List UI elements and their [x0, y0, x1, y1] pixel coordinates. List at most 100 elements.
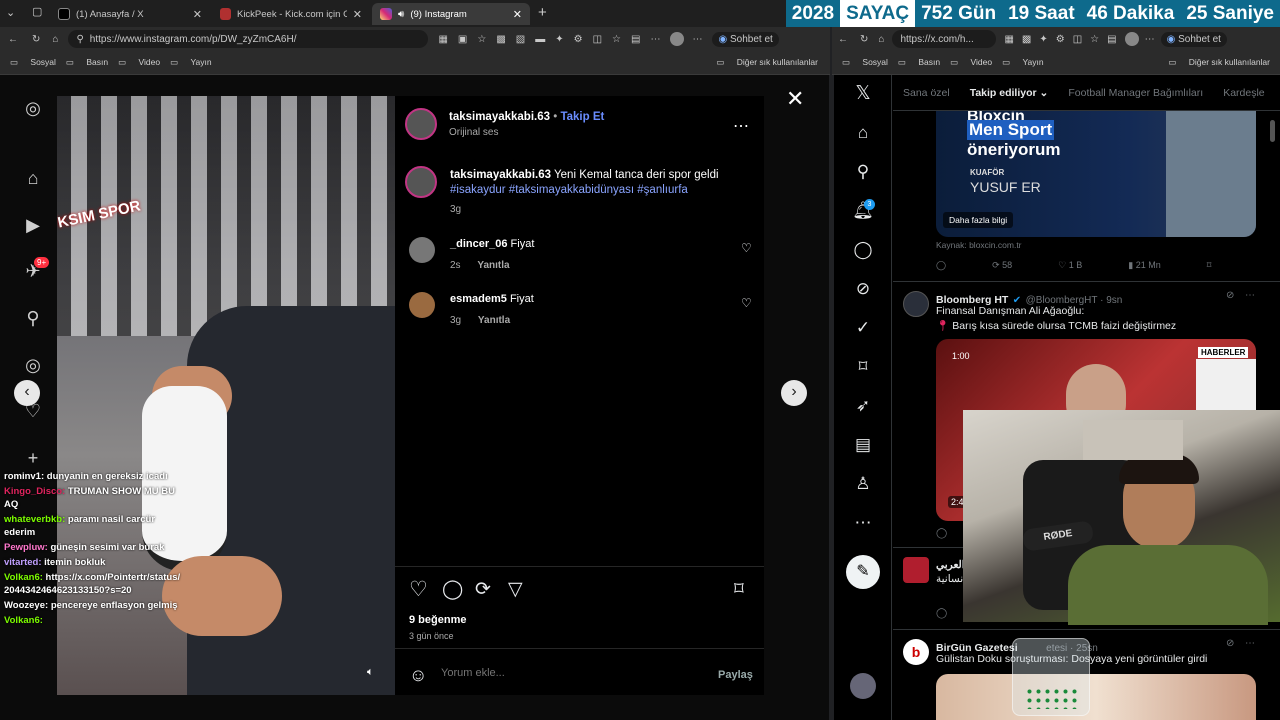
favorites-icon[interactable]: ☆	[1090, 34, 1099, 45]
bookmark-folder[interactable]: ▭ Sosyal	[10, 57, 56, 68]
avatar[interactable]	[903, 557, 929, 583]
extension-icon[interactable]: ▬	[535, 34, 545, 45]
menu-icon[interactable]: ⋯	[650, 34, 660, 45]
bookmark-icon[interactable]: ⌑	[1207, 260, 1212, 271]
search-icon[interactable]: ⚲	[851, 160, 875, 184]
avatar[interactable]	[409, 292, 435, 318]
grok-icon[interactable]: ⊘	[851, 277, 875, 301]
share-comment-button[interactable]: Paylaş	[718, 669, 753, 681]
tab-kardesler[interactable]: Kardeşle	[1213, 87, 1274, 99]
comment-input[interactable]	[441, 667, 691, 679]
new-tab-button[interactable]: +	[538, 4, 547, 21]
create-icon[interactable]: +	[20, 445, 46, 471]
more-icon[interactable]: ⋯	[851, 511, 875, 535]
refresh-icon[interactable]: ↻	[860, 34, 868, 45]
close-icon[interactable]: ✕	[513, 8, 522, 21]
back-icon[interactable]: ←	[838, 34, 848, 45]
extensions-icon[interactable]: ⚙	[574, 34, 583, 45]
collections-icon[interactable]: ▤	[1107, 34, 1116, 45]
bookmarks-icon[interactable]: ⌑	[851, 355, 875, 379]
menu-icon[interactable]: ⋯	[1145, 34, 1155, 45]
tab-following[interactable]: Takip ediliyor ⌄	[960, 87, 1059, 99]
extensions-icon[interactable]: ⚙	[1056, 34, 1065, 45]
home-icon[interactable]: ⌂	[878, 34, 884, 45]
mute-icon[interactable]: 🔈︎	[367, 666, 374, 679]
like-button[interactable]: ♡ 1 B	[1058, 260, 1082, 271]
reply-icon[interactable]: ◯	[936, 260, 946, 271]
menu-icon[interactable]: ⋯	[692, 34, 702, 45]
retweet-button[interactable]: ⟳ 58	[992, 260, 1012, 271]
bookmark-folder[interactable]: ▭ Yayın	[170, 57, 212, 68]
tab-kickpeek[interactable]: KickPeek - Kick.com için Gerçek Za✕	[212, 3, 370, 25]
site-info-icon[interactable]: ⚲	[76, 34, 83, 45]
grok-icon[interactable]: ⊘	[1226, 638, 1234, 649]
split-screen-icon[interactable]: ◫	[593, 34, 602, 45]
like-comment-icon[interactable]: ♡	[741, 296, 752, 310]
reply-icon[interactable]: ◯	[936, 528, 947, 539]
copilot-button[interactable]: ◉ Sohbet et	[712, 31, 779, 47]
more-options-icon[interactable]: ⋯	[733, 116, 749, 136]
ad-media[interactable]: Bloxcin Men Sport öneriyorum KUAFÖR YUSU…	[936, 111, 1256, 237]
views-button[interactable]: ▮ 21 Mn	[1128, 260, 1160, 271]
explore-icon[interactable]: ◎	[20, 352, 46, 378]
communities-icon[interactable]: ✓	[851, 316, 875, 340]
extension-icon[interactable]: ▣	[458, 34, 467, 45]
home-icon[interactable]: ⌂	[20, 165, 46, 191]
close-modal-button[interactable]: ✕	[786, 86, 804, 112]
jobs-icon[interactable]: ➶	[851, 394, 875, 418]
caption-username[interactable]: taksimayakkabi.63	[450, 169, 551, 181]
tab-x-home[interactable]: (1) Anasayfa / X ✕	[50, 3, 210, 25]
bookmark-folder[interactable]: ▭ Video	[950, 57, 992, 68]
workspaces-icon[interactable]: ▢	[32, 5, 42, 18]
refresh-icon[interactable]: ↻	[32, 34, 40, 45]
collections-icon[interactable]: ▤	[631, 34, 640, 45]
tab-for-you[interactable]: Sana özel	[893, 87, 960, 99]
extension-icon[interactable]: ▩	[1022, 34, 1031, 45]
more-icon[interactable]: ⋯	[1245, 290, 1255, 301]
bookmark-folder[interactable]: ▭ Basın	[898, 57, 940, 68]
follow-button[interactable]: Takip Et	[560, 111, 604, 123]
caption-hashtags[interactable]: #isakaydur #taksimayakkabidünyası #şanlı…	[450, 184, 688, 196]
ad-source[interactable]: Kaynak: bloxcin.com.tr	[936, 240, 1022, 250]
bookmark-folder[interactable]: ▭ Yayın	[1002, 57, 1044, 68]
compose-post-button[interactable]: ✎	[846, 555, 880, 589]
reader-icon[interactable]: ▦	[1004, 34, 1013, 45]
tab-actions-icon[interactable]: ⌄	[6, 6, 15, 19]
avatar[interactable]	[903, 291, 929, 317]
right-url-field[interactable]: https://x.com/h...	[892, 30, 997, 48]
extension-icon[interactable]: ▩	[496, 34, 505, 45]
other-bookmarks[interactable]: ▭ Diğer sık kullanılanlar	[1168, 57, 1270, 68]
home-icon[interactable]: ⌂	[52, 34, 58, 45]
comment-icon[interactable]: ◯	[442, 578, 463, 601]
avatar[interactable]	[405, 108, 437, 140]
avatar[interactable]	[850, 673, 876, 699]
search-icon[interactable]: ⚲	[20, 305, 46, 331]
post-username[interactable]: taksimayakkabi.63	[449, 111, 550, 123]
reader-icon[interactable]: ▦	[438, 34, 447, 45]
favorite-star-icon[interactable]: ☆	[477, 34, 486, 45]
emoji-icon[interactable]: ☺	[409, 665, 427, 686]
split-screen-icon[interactable]: ◫	[1073, 34, 1082, 45]
share-icon[interactable]: ▽	[508, 578, 523, 601]
bookmark-folder[interactable]: ▭ Basın	[66, 57, 108, 68]
reels-icon[interactable]: ▶	[20, 212, 46, 238]
instagram-logo-icon[interactable]: ◎	[20, 95, 46, 121]
left-url-field[interactable]: ⚲ https://www.instagram.com/p/DW_zyZmCA6…	[68, 30, 429, 48]
bookmark-folder[interactable]: ▭ Sosyal	[842, 57, 888, 68]
save-icon[interactable]: ⌑	[734, 578, 744, 601]
messages-icon[interactable]: ◯	[851, 238, 875, 262]
likes-count[interactable]: 9 beğenme	[409, 614, 466, 626]
like-comment-icon[interactable]: ♡	[741, 241, 752, 255]
favorites-icon[interactable]: ☆	[612, 34, 621, 45]
tweet-image[interactable]	[936, 674, 1256, 720]
birgun-logo-icon[interactable]: b	[903, 639, 929, 665]
x-logo-icon[interactable]: 𝕏	[851, 82, 875, 106]
extension-icon[interactable]: ✦	[1039, 34, 1047, 45]
ad-cta-button[interactable]: Daha fazla bilgi	[943, 212, 1014, 228]
extension-icon[interactable]: ✦	[555, 34, 563, 45]
copilot-button[interactable]: ◉ Sohbet et	[1160, 31, 1227, 47]
extension-icon[interactable]: ▧	[516, 34, 525, 45]
tab-fm[interactable]: Football Manager Bağımlıları	[1058, 87, 1213, 99]
like-icon[interactable]: ♡	[409, 577, 428, 602]
reply-button[interactable]: Yanıtla	[477, 260, 509, 271]
